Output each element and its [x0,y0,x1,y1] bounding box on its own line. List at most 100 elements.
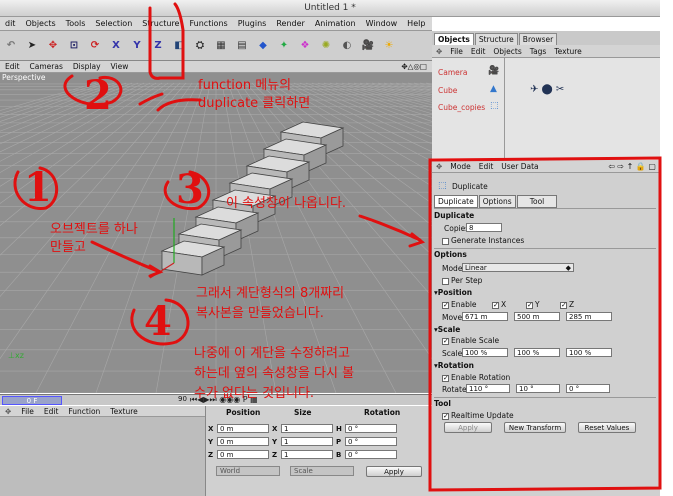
render-view-icon[interactable]: ⛭ [191,37,209,55]
mat-menu-edit[interactable]: Edit [39,407,64,416]
scale-z-field[interactable]: 100 % [566,348,612,357]
note-copies-line2: 복사본을 만들었습니다. [196,306,324,321]
scale-x-field[interactable]: 100 % [462,348,508,357]
checkbox[interactable] [442,277,449,285]
attr-apply-button[interactable]: Apply [444,422,492,433]
world-dropdown[interactable]: World [216,466,280,476]
enable-position-checkbox[interactable]: ✓ Enable [442,300,477,309]
objmenu-file[interactable]: File [446,47,467,56]
attr-menu-mode[interactable]: Mode [446,162,474,171]
menu-edit[interactable]: dit [0,19,20,28]
enable-scale-checkbox[interactable]: ✓ Enable Scale [442,336,499,345]
camera-icon[interactable]: 🎥 [359,37,377,55]
menu-selection[interactable]: Selection [90,19,137,28]
viewport-menu-cameras[interactable]: Cameras [25,62,68,71]
object-camera[interactable]: Camera [438,68,467,77]
scale-dropdown[interactable]: Scale [290,466,354,476]
tab-objects[interactable]: Objects [434,33,474,45]
size-y-field[interactable]: 1 [281,437,333,446]
rot-y-field[interactable]: 10 ° [516,384,560,393]
select-arrow-icon[interactable]: ➤ [23,37,41,55]
axis-y-button[interactable]: Y [128,37,146,55]
axis-z-button[interactable]: Z [149,37,167,55]
rot-p-field[interactable]: 0 ° [345,437,397,446]
rotate-icon[interactable]: ⟳ [86,37,104,55]
attr-nav-icons[interactable]: ⇦ ⇨ ↑ 🔒 ▢ [604,162,660,171]
menu-render[interactable]: Render [271,19,309,28]
menu-animation[interactable]: Animation [310,19,361,28]
object-cube[interactable]: Cube [438,86,457,95]
material-area[interactable] [0,417,205,496]
cube-primitive-icon[interactable]: ◆ [254,37,272,55]
checkbox[interactable] [442,237,449,245]
objmenu-tags[interactable]: Tags [526,47,551,56]
scale-y-field[interactable]: 100 % [514,348,560,357]
copies-field[interactable]: 8 [466,223,502,232]
deformer-icon[interactable]: ✺ [317,37,335,55]
enable-rotation-checkbox[interactable]: ✓ Enable Rotation [442,373,510,382]
move-x-field[interactable]: 671 m [462,312,508,321]
scene-icon[interactable]: ◐ [338,37,356,55]
viewport-menu-edit[interactable]: Edit [0,62,25,71]
tab-options[interactable]: Options [478,195,516,208]
move-y-field[interactable]: 500 m [514,312,560,321]
size-z-field[interactable]: 1 [281,450,333,459]
objmenu-texture[interactable]: Texture [550,47,585,56]
generate-instances-checkbox[interactable]: Generate Instances [442,236,524,245]
coord-apply-button[interactable]: Apply [366,466,422,477]
new-transform-button[interactable]: New Transform [504,422,566,433]
reset-values-button[interactable]: Reset Values [578,422,636,433]
rot-h-field[interactable]: 0 ° [345,424,397,433]
rot-x-field[interactable]: 110 ° [466,384,510,393]
chk-z[interactable]: ✓ Z [560,300,574,309]
chk-x[interactable]: ✓ X [492,300,506,309]
menu-plugins[interactable]: Plugins [233,19,272,28]
objmenu-objects[interactable]: Objects [489,47,525,56]
pos-z-field[interactable]: 0 m [217,450,269,459]
viewport-menu-view[interactable]: View [106,62,134,71]
chk-y[interactable]: ✓ Y [526,300,540,309]
rot-b-field[interactable]: 0 ° [345,450,397,459]
menu-window[interactable]: Window [361,19,403,28]
menu-structure[interactable]: Structure [137,19,184,28]
tab-duplicate[interactable]: Duplicate [434,195,478,208]
viewport-nav-icons[interactable]: ✥△◎□ [396,62,432,71]
per-step-checkbox[interactable]: Per Step [442,276,482,285]
object-mode-icon[interactable]: ◧ [170,37,188,55]
render-settings-icon[interactable]: ▤ [233,37,251,55]
attr-menu-edit[interactable]: Edit [475,162,498,171]
undo-icon[interactable]: ↶ [2,37,20,55]
end-frame: 90 [178,395,187,403]
tab-browser[interactable]: Browser [518,33,558,45]
menu-functions[interactable]: Functions [184,19,232,28]
rot-z-field[interactable]: 0 ° [566,384,610,393]
nurbs-icon[interactable]: ✦ [275,37,293,55]
realtime-update-checkbox[interactable]: ✓ Realtime Update [442,411,514,420]
tab-tool[interactable]: Tool [516,195,558,208]
render-region-icon[interactable]: ▦ [212,37,230,55]
objmenu-edit[interactable]: Edit [467,47,490,56]
mat-menu-function[interactable]: Function [63,407,105,416]
checkbox-checked[interactable]: ✓ [442,301,449,309]
mat-menu-texture[interactable]: Texture [105,407,142,416]
pos-y-field[interactable]: 0 m [217,437,269,446]
size-x-field[interactable]: 1 [281,424,333,433]
menu-tools[interactable]: Tools [61,19,91,28]
light-icon[interactable]: ☀ [380,37,398,55]
move-icon[interactable]: ✥ [44,37,62,55]
axis-x-button[interactable]: X [107,37,125,55]
note-later-line1: 나중에 이 계단을 수정하려고 [194,346,350,361]
attr-menu-userdata[interactable]: User Data [497,162,542,171]
move-z-field[interactable]: 285 m [566,312,612,321]
spline-icon[interactable]: ❖ [296,37,314,55]
menu-objects[interactable]: Objects [20,19,60,28]
mode-dropdown[interactable]: Linear ◆ [462,263,574,272]
mat-menu-file[interactable]: File [16,407,39,416]
object-cube-copies[interactable]: Cube_copies [438,103,485,112]
current-frame[interactable]: 0 F [2,396,62,405]
viewport-menu-display[interactable]: Display [68,62,106,71]
pos-x-field[interactable]: 0 m [217,424,269,433]
scale-icon[interactable]: ⊡ [65,37,83,55]
tab-structure[interactable]: Structure [474,33,518,45]
menu-help[interactable]: Help [402,19,430,28]
